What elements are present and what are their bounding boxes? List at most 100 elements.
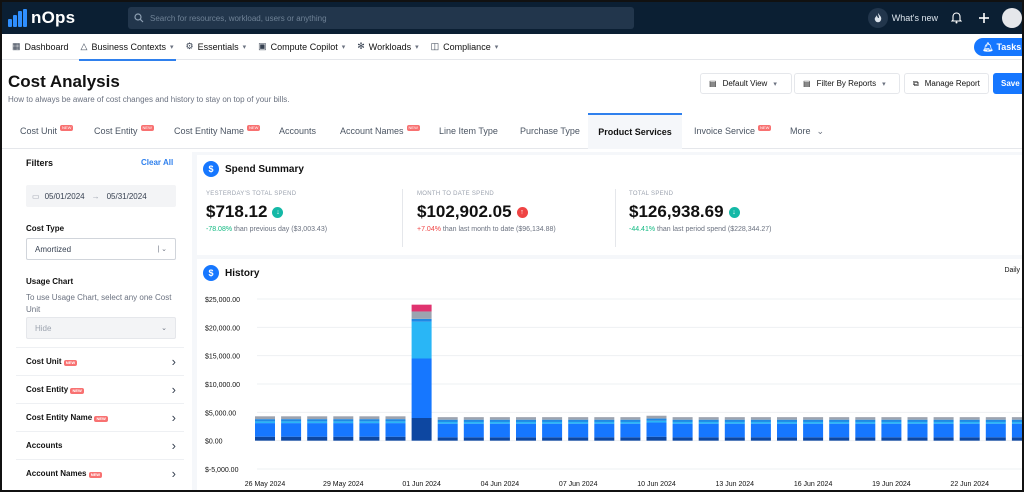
bar-segment (516, 423, 536, 438)
x-tick-label: 26 May 2024 (245, 481, 286, 488)
arrow-up-icon: ↑ (516, 206, 528, 218)
bar-segment (489, 419, 510, 422)
main-nav: ▦ Dashboard △ Business Contexts ▾ ⚙ Esse… (2, 34, 1022, 61)
nav-item-essentials[interactable]: ⚙ Essentials ▾ (186, 34, 247, 60)
bar-segment (646, 418, 667, 421)
tab-invoice-service[interactable]: Invoice Service NEW (694, 113, 772, 149)
nav-item-dashboard[interactable]: ▦ Dashboard (12, 34, 69, 60)
chevron-right-icon: › (171, 438, 176, 453)
grid-icon: ▦ (12, 41, 21, 51)
bar-segment (724, 417, 745, 420)
bar-segment (855, 437, 876, 441)
save-button[interactable]: Save I (993, 73, 1022, 94)
usage-chart-select[interactable]: Hide ⌄ (26, 317, 176, 339)
bar-segment (463, 417, 484, 420)
nav-item-business-contexts[interactable]: △ Business Contexts ▾ (78, 34, 176, 61)
bar-segment (463, 419, 484, 422)
bar-segment (568, 437, 589, 441)
filter-by-reports-select[interactable]: ▤ Filter By Reports ▾ (794, 73, 900, 94)
bar-segment (281, 421, 302, 424)
cost-type-select[interactable]: Amortized | ⌄ (26, 238, 176, 260)
bar-segment (281, 416, 302, 420)
arrow-down-icon: ↓ (272, 206, 284, 218)
filter-row-cost-entity[interactable]: Cost Entity NEW › (16, 375, 184, 403)
bar-segment (803, 437, 824, 441)
search-input[interactable] (150, 13, 610, 23)
filter-row-cost-entity-name[interactable]: Cost Entity Name NEW › (16, 403, 184, 431)
bar-segment (1011, 417, 1022, 420)
bar-segment (829, 419, 850, 422)
stat-label: TOTAL SPEND (629, 191, 674, 197)
tab-account-names[interactable]: Account Names NEW (340, 113, 420, 149)
bar-segment (907, 423, 928, 438)
bar-segment (985, 437, 1006, 441)
bar-segment (359, 416, 380, 420)
bar-segment (959, 423, 980, 438)
date-range-picker[interactable]: ▭ 05/01/2024 → 05/31/2024 (26, 185, 176, 207)
tab-purchase-type[interactable]: Purchase Type (520, 113, 580, 149)
y-tick-label: $-5,000.00 (205, 467, 239, 474)
nav-item-workloads[interactable]: ✻ Workloads ▾ (357, 34, 418, 60)
nav-item-compliance[interactable]: ◫ Compliance ▾ (431, 34, 499, 60)
search-icon (134, 13, 144, 23)
logo[interactable]: nOps (8, 8, 75, 28)
bar-segment (881, 437, 902, 441)
top-bar-actions: What's new (867, 2, 1022, 34)
manage-report-button[interactable]: ⧉ Manage Report (904, 73, 989, 94)
y-tick-label: $0.00 (205, 439, 223, 446)
default-view-select[interactable]: ▤ Default View ▾ (700, 73, 792, 94)
bar-segment (489, 437, 510, 441)
avatar[interactable] (1002, 8, 1022, 28)
cost-type-value: Amortized (35, 244, 72, 254)
bar-segment (437, 423, 458, 438)
bar-segment (985, 421, 1006, 424)
usage-chart-help: To use Usage Chart, select any one Cost … (26, 293, 172, 314)
spend-summary-header: $ Spend Summary (203, 161, 304, 177)
bar-segment (516, 417, 536, 420)
bell-icon[interactable] (946, 8, 966, 28)
bar-segment (985, 419, 1006, 422)
filter-row-label: Cost Entity Name (26, 413, 93, 422)
tab-cost-unit[interactable]: Cost Unit NEW (20, 113, 74, 149)
shield-icon: ◫ (430, 41, 440, 51)
whats-new-button[interactable]: What's new (867, 8, 938, 28)
search-bar[interactable] (128, 7, 634, 29)
bar-segment (411, 311, 432, 319)
bar-segment (542, 423, 563, 438)
tab-cost-entity-name[interactable]: Cost Entity Name NEW (174, 113, 261, 149)
tab-more[interactable]: More ⌄ (790, 113, 824, 149)
bar-segment (542, 437, 563, 441)
bar-segment (881, 419, 902, 422)
tasks-button[interactable]: 🔔︎ Tasks (974, 38, 1022, 56)
nav-item-label: Workloads (368, 41, 412, 52)
tab-cost-entity[interactable]: Cost Entity NEW (94, 113, 154, 149)
filter-row-accounts[interactable]: Accounts › (16, 431, 184, 459)
bar-segment (411, 304, 432, 312)
tab-line-item-type[interactable]: Line Item Type (439, 113, 498, 149)
bar-segment (594, 417, 615, 420)
filter-row-cost-unit[interactable]: Cost Unit NEW › (16, 347, 184, 375)
plus-icon[interactable] (974, 8, 994, 28)
bar-segment (777, 437, 797, 441)
bar-segment (672, 417, 693, 420)
tab-product-services[interactable]: Product Services (588, 113, 682, 149)
bar-segment (933, 419, 954, 422)
bar-segment (907, 417, 928, 420)
bar-segment (724, 423, 745, 438)
nav-item-compute-copilot[interactable]: ▣ Compute Copilot ▾ (258, 34, 345, 60)
bar-segment (437, 421, 458, 424)
tab-label: Cost Entity (94, 126, 138, 136)
bar-segment (698, 423, 719, 438)
granularity-select[interactable]: Daily (1004, 267, 1020, 274)
filter-row-account-names[interactable]: Account Names NEW › (16, 459, 184, 487)
bar-segment (385, 423, 406, 437)
logo-icon (8, 9, 27, 27)
spend-summary-title: Spend Summary (225, 163, 304, 175)
bar-segment (542, 421, 563, 424)
bell-icon: 🔔︎ (982, 41, 994, 52)
bar-segment (411, 418, 432, 441)
y-tick-label: $25,000.00 (205, 297, 240, 304)
tab-accounts[interactable]: Accounts (279, 113, 316, 149)
clear-all-link[interactable]: Clear All (141, 158, 173, 167)
stat-percent: +7.04% (417, 226, 441, 233)
